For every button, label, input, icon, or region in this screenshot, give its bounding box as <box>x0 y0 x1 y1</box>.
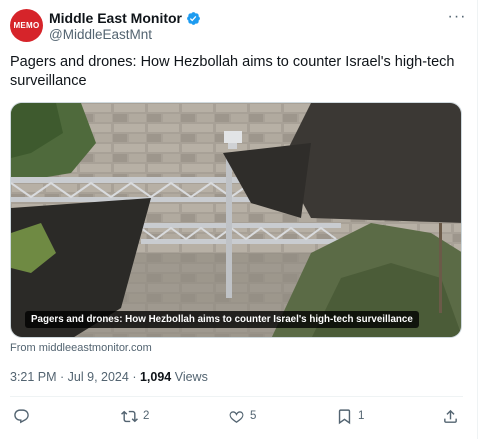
reply-icon <box>14 408 29 423</box>
surveillance-photo <box>11 103 461 337</box>
media-caption: Pagers and drones: How Hezbollah aims to… <box>25 311 419 328</box>
tweet-card: MEMO Middle East Monitor @MiddleEastMnt … <box>0 0 478 439</box>
author-name[interactable]: Middle East Monitor <box>49 10 182 26</box>
author-name-row: Middle East Monitor <box>49 10 201 26</box>
verified-badge-icon <box>187 11 200 25</box>
heart-icon <box>229 410 244 423</box>
link-source[interactable]: From middleeastmonitor.com <box>10 342 152 354</box>
link-card-image[interactable]: Pagers and drones: How Hezbollah aims to… <box>10 102 462 338</box>
bookmark-button[interactable]: 1 <box>336 405 364 427</box>
retweet-button[interactable]: 2 <box>121 405 149 427</box>
meta-separator: · <box>56 370 68 384</box>
meta-separator: · <box>128 370 140 384</box>
divider <box>10 396 463 397</box>
author-handle[interactable]: @MiddleEastMnt <box>49 27 152 42</box>
avatar-logo-text: MEMO <box>13 21 40 30</box>
share-button[interactable] <box>442 405 459 427</box>
more-dots-icon: ··· <box>447 8 467 25</box>
share-icon <box>444 409 457 423</box>
like-button[interactable]: 5 <box>228 405 256 427</box>
tweet-time[interactable]: 3:21 PM <box>10 370 57 384</box>
bookmark-icon <box>338 408 351 424</box>
retweet-icon <box>121 410 138 422</box>
like-count: 5 <box>250 410 257 422</box>
views-count: 1,094 <box>139 370 172 384</box>
bookmark-count: 1 <box>358 410 365 422</box>
reply-button[interactable] <box>13 405 35 427</box>
tweet-meta: 3:21 PM · Jul 9, 2024 · 1,094 Views <box>10 370 208 384</box>
avatar[interactable]: MEMO <box>10 9 43 42</box>
more-options-button[interactable]: ··· <box>446 8 468 26</box>
views-label: Views <box>171 370 208 384</box>
tweet-text: Pagers and drones: How Hezbollah aims to… <box>10 54 455 89</box>
tweet-date[interactable]: Jul 9, 2024 <box>68 370 129 384</box>
retweet-count: 2 <box>143 410 150 422</box>
action-bar: 2 5 1 <box>0 405 477 427</box>
